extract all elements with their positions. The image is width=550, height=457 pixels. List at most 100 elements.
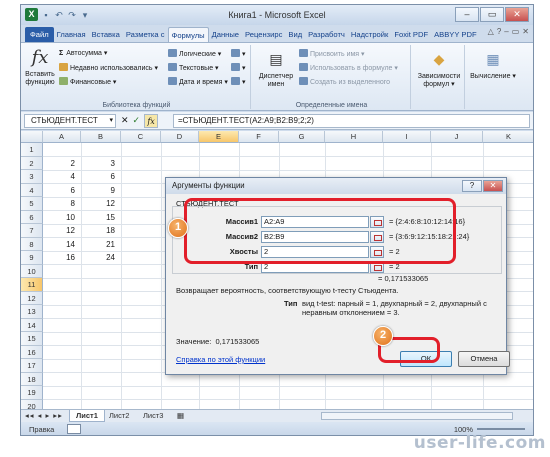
row-header[interactable]: 2: [21, 156, 43, 170]
column-header-c[interactable]: C: [121, 131, 161, 143]
lookup-button[interactable]: ▾: [231, 49, 246, 58]
tab-developer[interactable]: Разработч: [305, 27, 348, 42]
math-button[interactable]: ▾: [231, 63, 246, 72]
row-header[interactable]: 5: [21, 197, 43, 211]
tab-insert[interactable]: Вставка: [89, 27, 123, 42]
tab-file[interactable]: Файл: [25, 27, 54, 42]
row-header[interactable]: 1: [21, 143, 43, 157]
cell-b7[interactable]: 18: [81, 224, 121, 238]
cell-b9[interactable]: 24: [81, 251, 121, 265]
calculation-button[interactable]: ▦ Вычисление ▾: [469, 49, 517, 81]
sheet-tab-1[interactable]: Лист1: [69, 410, 105, 422]
row-header[interactable]: 10: [21, 264, 43, 278]
sheet-nav-arrows[interactable]: ◂◂ ◂ ▸ ▸▸: [25, 410, 63, 422]
cell-a3[interactable]: 4: [43, 170, 81, 184]
assign-name-button[interactable]: Присвоить имя ▾: [299, 49, 365, 58]
cell-b6[interactable]: 15: [81, 211, 121, 225]
cell-b4[interactable]: 9: [81, 184, 121, 198]
insert-function-button[interactable]: fx Вставить функцию: [25, 47, 55, 87]
column-header-d[interactable]: D: [161, 131, 199, 143]
sheet-tab-3[interactable]: Лист3: [137, 410, 169, 422]
minimize-button[interactable]: –: [455, 7, 479, 22]
column-header-b[interactable]: B: [81, 131, 121, 143]
cell-a9[interactable]: 16: [43, 251, 81, 265]
autosum-button[interactable]: Σ Автосумма ▾: [59, 49, 107, 57]
dialog-close-button[interactable]: ✕: [483, 180, 503, 192]
row-header[interactable]: 12: [21, 291, 43, 305]
tab-view[interactable]: Вид: [285, 27, 305, 42]
column-header-k[interactable]: K: [483, 131, 533, 143]
row-header[interactable]: 11: [21, 278, 43, 292]
financial-button[interactable]: Финансовые ▾: [59, 77, 116, 86]
tab-review[interactable]: Рецензирс: [242, 27, 285, 42]
name-manager-button[interactable]: ▤ Диспетчер имен: [257, 49, 295, 89]
horizontal-scrollbar[interactable]: [321, 412, 513, 420]
tab-data[interactable]: Данные: [209, 27, 242, 42]
row-header[interactable]: 20: [21, 399, 43, 409]
datetime-button[interactable]: Дата и время ▾: [168, 77, 228, 86]
cell-a2[interactable]: 2: [43, 157, 81, 171]
row-header[interactable]: 6: [21, 210, 43, 224]
tab-foxit[interactable]: Foxit PDF: [391, 27, 431, 42]
cell-b2[interactable]: 3: [81, 157, 121, 171]
row-header[interactable]: 14: [21, 318, 43, 332]
doc-minimize-icon[interactable]: –: [504, 27, 508, 36]
tab-formulas[interactable]: Формулы: [167, 27, 209, 42]
name-box[interactable]: СТЬЮДЕНТ.ТЕСТ ▾: [24, 114, 116, 128]
row-header[interactable]: 4: [21, 183, 43, 197]
text-button[interactable]: Текстовые ▾: [168, 63, 219, 72]
enter-formula-icon[interactable]: ✓: [133, 114, 141, 128]
doc-close-icon[interactable]: ✕: [522, 27, 529, 36]
row-header[interactable]: 15: [21, 332, 43, 346]
macro-record-icon[interactable]: [67, 424, 81, 434]
cell-a6[interactable]: 10: [43, 211, 81, 225]
create-from-selection-button[interactable]: Создать из выделенного: [299, 77, 390, 86]
row-header[interactable]: 17: [21, 359, 43, 373]
row-header[interactable]: 19: [21, 386, 43, 400]
use-in-formula-button[interactable]: Использовать в формуле ▾: [299, 63, 398, 72]
zoom-slider[interactable]: [477, 428, 525, 430]
close-button[interactable]: ✕: [505, 7, 529, 22]
tab-page-layout[interactable]: Разметка с: [123, 27, 168, 42]
select-all-corner[interactable]: [21, 131, 43, 143]
row-header[interactable]: 3: [21, 170, 43, 184]
fx-icon[interactable]: fx: [144, 114, 159, 128]
help-link[interactable]: Справка по этой функции: [176, 355, 265, 364]
row-header[interactable]: 13: [21, 305, 43, 319]
maximize-button[interactable]: ▭: [480, 7, 504, 22]
column-header-f[interactable]: F: [239, 131, 279, 143]
cell-a7[interactable]: 12: [43, 224, 81, 238]
new-sheet-icon[interactable]: ▦: [171, 410, 190, 422]
cancel-formula-icon[interactable]: ✕: [121, 114, 129, 128]
tab-addins[interactable]: Надстройк: [348, 27, 391, 42]
row-header[interactable]: 16: [21, 345, 43, 359]
column-header-a[interactable]: A: [43, 131, 81, 143]
column-header-i[interactable]: I: [383, 131, 431, 143]
cell-a8[interactable]: 14: [43, 238, 81, 252]
chevron-down-icon[interactable]: ▾: [109, 115, 113, 127]
cell-a4[interactable]: 6: [43, 184, 81, 198]
tab-abbyy[interactable]: ABBYY PDF: [431, 27, 480, 42]
help-icon[interactable]: ?: [497, 27, 501, 36]
dialog-help-button[interactable]: ?: [462, 180, 482, 192]
ribbon-minimize-icon[interactable]: △: [488, 27, 494, 36]
more-functions-button[interactable]: ▾: [231, 77, 246, 86]
logical-button[interactable]: Логические ▾: [168, 49, 221, 58]
row-header[interactable]: 7: [21, 224, 43, 238]
cell-b8[interactable]: 21: [81, 238, 121, 252]
cancel-button[interactable]: Отмена: [458, 351, 510, 367]
column-header-e[interactable]: E: [199, 131, 239, 143]
dependencies-button[interactable]: ◆ Зависимости формул ▾: [415, 49, 463, 89]
row-header[interactable]: 18: [21, 372, 43, 386]
cell-b5[interactable]: 12: [81, 197, 121, 211]
row-header[interactable]: 9: [21, 251, 43, 265]
cell-a5[interactable]: 8: [43, 197, 81, 211]
column-header-g[interactable]: G: [279, 131, 325, 143]
formula-input[interactable]: =СТЬЮДЕНТ.ТЕСТ(A2:A9;B2:B9;2;2): [173, 114, 530, 128]
cell-b3[interactable]: 6: [81, 170, 121, 184]
tab-home[interactable]: Главная: [54, 27, 89, 42]
row-header[interactable]: 8: [21, 237, 43, 251]
sheet-tab-2[interactable]: Лист2: [103, 410, 135, 422]
column-header-h[interactable]: H: [325, 131, 383, 143]
column-header-j[interactable]: J: [431, 131, 483, 143]
